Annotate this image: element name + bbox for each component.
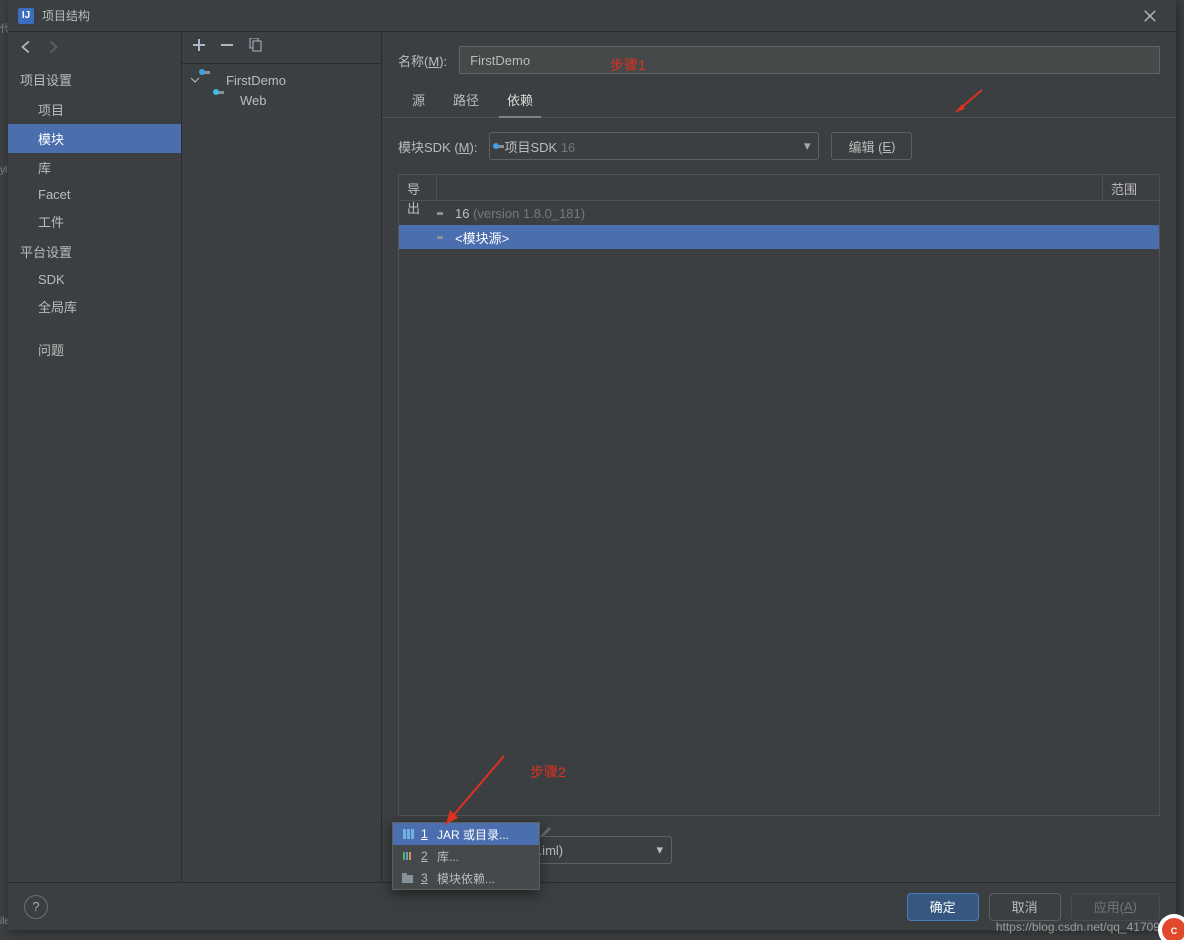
module-tabs: 源 路径 依赖 — [382, 82, 1176, 118]
sidebar-item-problems[interactable]: 问题 — [8, 335, 181, 364]
nav-arrows — [8, 32, 181, 64]
dependency-row[interactable]: <模块源> — [399, 225, 1159, 249]
sidebar-item-modules[interactable]: 模块 — [8, 124, 181, 153]
popup-item-library[interactable]: 2 库... — [393, 845, 539, 867]
annotation-step2: 步骤2 — [530, 762, 566, 782]
name-label: 名称(M): — [398, 51, 447, 70]
popup-item-number: 3 — [421, 871, 431, 885]
jar-icon — [401, 827, 415, 841]
module-tree[interactable]: FirstDemo Web — [182, 64, 381, 116]
svg-text:C: C — [1171, 926, 1178, 936]
sidebar-item-project[interactable]: 项目 — [8, 95, 181, 124]
sdk-row: 模块SDK (M): 项目SDK 16 ▾ 编辑 (E) — [382, 118, 1176, 174]
csdn-badge-icon: C — [1146, 902, 1184, 940]
sdk-select[interactable]: 项目SDK 16 ▾ — [489, 132, 819, 160]
sidebar-section-platform: 平台设置 — [8, 236, 181, 267]
remove-module-button[interactable] — [220, 38, 234, 57]
popup-item-label: 库... — [437, 848, 459, 865]
name-row: 名称(M): — [382, 32, 1176, 82]
web-facet-icon — [218, 92, 234, 108]
popup-item-label: JAR 或目录... — [437, 826, 509, 843]
sidebar-section-project: 项目设置 — [8, 64, 181, 95]
dropdown-icon: ▾ — [656, 842, 663, 858]
arrow-left-icon — [18, 38, 36, 56]
help-button[interactable]: ? — [24, 895, 48, 919]
background-edge: 代 yl ile — [0, 0, 8, 940]
name-input[interactable] — [459, 46, 1160, 74]
dependencies-table-body[interactable]: 16 (version 1.8.0_181) <模块源> — [399, 201, 1159, 815]
edit-sdk-button[interactable]: 编辑 (E) — [831, 132, 912, 160]
module-content: 名称(M): 源 路径 依赖 模块SDK (M): 项目SD — [382, 32, 1176, 882]
dependencies-table-header: 导出 范围 — [399, 175, 1159, 201]
popup-item-number: 2 — [421, 849, 431, 863]
project-structure-dialog: IJ 项目结构 项目设置 项目 模块 库 Facet 工件 平台设置 SDK — [8, 0, 1176, 930]
minus-icon — [220, 38, 234, 52]
tree-row-web[interactable]: Web — [186, 90, 377, 110]
tab-dependencies[interactable]: 依赖 — [493, 82, 547, 117]
tab-sources[interactable]: 源 — [398, 82, 439, 117]
ok-button[interactable]: 确定 — [907, 893, 979, 921]
sidebar-item-libraries[interactable]: 库 — [8, 153, 181, 182]
module-icon — [204, 72, 220, 88]
popup-item-jar[interactable]: 1 JAR 或目录... — [393, 823, 539, 845]
dependency-name: <模块源> — [455, 228, 1155, 247]
sidebar: 项目设置 项目 模块 库 Facet 工件 平台设置 SDK 全局库 问题 — [8, 32, 182, 882]
intellij-logo-icon: IJ — [18, 8, 34, 24]
column-export[interactable]: 导出 — [399, 175, 437, 200]
tree-row-root[interactable]: FirstDemo — [186, 70, 377, 90]
popup-item-number: 1 — [421, 827, 431, 841]
add-dependency-popup[interactable]: 1 JAR 或目录... 2 库... 3 模块依赖... — [392, 822, 540, 890]
popup-item-module-dependency[interactable]: 3 模块依赖... — [393, 867, 539, 889]
copy-icon — [248, 38, 262, 52]
arrow-right-icon — [44, 38, 62, 56]
dependency-name: 16 (version 1.8.0_181) — [455, 206, 1155, 221]
annotation-step1: 步骤1 — [610, 55, 646, 75]
nav-forward-button[interactable] — [44, 38, 62, 59]
dependency-row[interactable]: 16 (version 1.8.0_181) — [399, 201, 1159, 225]
window-title: 项目结构 — [42, 7, 1134, 24]
close-icon — [1143, 9, 1157, 23]
dropdown-icon: ▾ — [804, 138, 811, 154]
cancel-button[interactable]: 取消 — [989, 893, 1061, 921]
sidebar-item-sdk[interactable]: SDK — [8, 267, 181, 292]
tree-toolbar — [182, 32, 381, 64]
add-module-button[interactable] — [192, 38, 206, 57]
close-button[interactable] — [1134, 0, 1166, 32]
module-icon — [401, 871, 415, 885]
library-icon — [401, 849, 415, 863]
dialog-body: 项目设置 项目 模块 库 Facet 工件 平台设置 SDK 全局库 问题 — [8, 32, 1176, 882]
titlebar[interactable]: IJ 项目结构 — [8, 0, 1176, 32]
tree-row-label: Web — [240, 93, 267, 108]
sidebar-item-facet[interactable]: Facet — [8, 182, 181, 207]
sidebar-item-artifacts[interactable]: 工件 — [8, 207, 181, 236]
plus-icon — [192, 38, 206, 52]
module-tree-pane: FirstDemo Web — [182, 32, 382, 882]
column-scope[interactable]: 范围 — [1103, 175, 1159, 200]
tab-paths[interactable]: 路径 — [439, 82, 493, 117]
copy-module-button[interactable] — [248, 38, 262, 57]
nav-back-button[interactable] — [18, 38, 36, 59]
sdk-select-value: 项目SDK 16 — [504, 137, 575, 156]
column-name[interactable] — [437, 175, 1103, 200]
dependencies-table: 导出 范围 16 (version 1.8.0_181) — [398, 174, 1160, 816]
sdk-label: 模块SDK (M): — [398, 137, 477, 156]
annotation-arrow-1-icon — [952, 86, 986, 116]
sidebar-item-global-libraries[interactable]: 全局库 — [8, 292, 181, 321]
popup-item-label: 模块依赖... — [437, 870, 495, 887]
tree-row-label: FirstDemo — [226, 73, 286, 88]
